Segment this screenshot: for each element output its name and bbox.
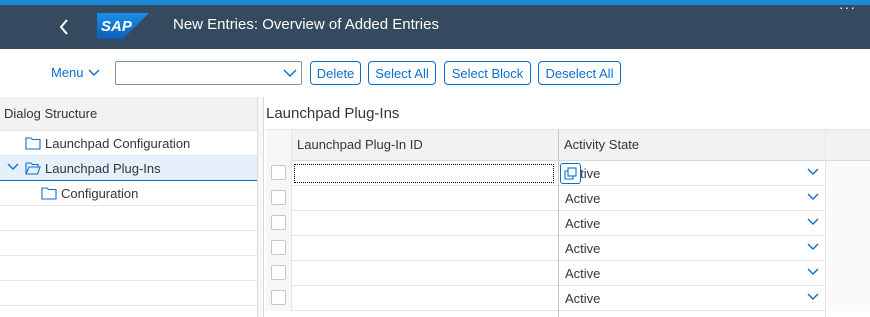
- deselect-all-button[interactable]: Deselect All: [538, 61, 621, 85]
- chevron-down-icon: [807, 293, 819, 300]
- chevron-down-icon: [807, 218, 819, 225]
- row-selector[interactable]: [271, 190, 286, 205]
- row-selector[interactable]: [271, 265, 286, 280]
- table-row: Active: [266, 211, 870, 236]
- tree-item-label: Launchpad Configuration: [45, 136, 191, 151]
- value-help-icon: [564, 167, 577, 180]
- tree-empty-row: [0, 231, 257, 256]
- row-selector[interactable]: [271, 165, 286, 180]
- select-all-button[interactable]: Select All: [368, 61, 436, 85]
- chevron-down-icon: [807, 193, 819, 200]
- row-selector-cell: [266, 161, 292, 186]
- tree-item-label: Launchpad Plug-Ins: [45, 161, 161, 176]
- table-header: Launchpad Plug-In ID Activity State: [266, 129, 870, 161]
- filler-cell: [825, 211, 870, 236]
- table-row: Active: [266, 261, 870, 286]
- table-row: Active: [266, 161, 870, 186]
- select-all-cell[interactable]: [266, 130, 292, 161]
- activity-state-value: Active: [565, 291, 601, 306]
- row-selector-cell: [266, 211, 292, 236]
- plugin-id-cell[interactable]: [292, 236, 558, 261]
- page-title: New Entries: Overview of Added Entries: [173, 16, 439, 33]
- chevron-down-icon[interactable]: [7, 162, 19, 172]
- tree-item-launchpad-configuration[interactable]: Launchpad Configuration: [0, 131, 257, 156]
- dialog-structure-panel: Dialog Structure Launchpad Configuration…: [0, 97, 258, 317]
- table-row: Active: [266, 286, 870, 311]
- row-selector-cell: [266, 286, 292, 311]
- activity-state-value: Active: [565, 241, 601, 256]
- activity-state-dropdown[interactable]: Active: [559, 286, 825, 311]
- plugin-id-cell[interactable]: [292, 261, 558, 286]
- tree-empty-row: [0, 206, 257, 231]
- activity-state-dropdown[interactable]: Active: [559, 261, 825, 286]
- row-selector[interactable]: [271, 215, 286, 230]
- column-separator[interactable]: [558, 129, 559, 317]
- value-help-button[interactable]: [560, 163, 581, 184]
- tree-item-launchpad-plug-ins[interactable]: Launchpad Plug-Ins: [0, 156, 257, 181]
- chevron-down-icon: [88, 69, 100, 76]
- chevron-down-icon: [807, 243, 819, 250]
- row-selector[interactable]: [271, 240, 286, 255]
- activity-state-dropdown[interactable]: Active: [559, 186, 825, 211]
- command-select[interactable]: [115, 61, 302, 85]
- row-selector-cell: [266, 186, 292, 211]
- menu-label: Menu: [51, 65, 84, 80]
- plugin-id-cell[interactable]: [292, 211, 558, 236]
- activity-state-dropdown[interactable]: Active: [559, 161, 825, 186]
- back-button[interactable]: [50, 14, 78, 40]
- dialog-structure-header: Dialog Structure: [0, 97, 257, 131]
- column-header-activity-state[interactable]: Activity State: [564, 137, 639, 152]
- tree-item-label: Configuration: [61, 186, 139, 201]
- row-selector-cell: [266, 236, 292, 261]
- plugin-id-cell: [292, 161, 558, 186]
- delete-button[interactable]: Delete: [310, 61, 361, 85]
- filler-cell: [825, 261, 870, 286]
- section-title: Launchpad Plug-Ins: [266, 105, 400, 122]
- tree-item-configuration[interactable]: Configuration: [0, 181, 257, 206]
- column-separator: [825, 129, 826, 317]
- plugin-id-cell[interactable]: [292, 286, 558, 311]
- plugin-id-cell[interactable]: [292, 186, 558, 211]
- plugin-id-input[interactable]: [294, 164, 554, 183]
- shell-bar: SAP New Entries: Overview of Added Entri…: [0, 0, 870, 49]
- filler-cell: [825, 186, 870, 211]
- filler-cell: [825, 286, 870, 311]
- activity-state-value: Active: [565, 216, 601, 231]
- chevron-left-icon: [59, 19, 68, 35]
- toolbar: Menu Delete Select All Select Block Dese…: [0, 49, 870, 97]
- column-header-plugin-id[interactable]: Launchpad Plug-In ID: [297, 137, 423, 152]
- tree-empty-row: [0, 256, 257, 281]
- activity-state-dropdown[interactable]: Active: [559, 236, 825, 261]
- svg-text:SAP: SAP: [101, 18, 133, 35]
- row-selector[interactable]: [271, 290, 286, 305]
- folder-icon: [25, 137, 41, 150]
- chevron-down-icon: [807, 268, 819, 275]
- activity-state-value: Active: [565, 266, 601, 281]
- filler-cell: [825, 161, 870, 186]
- chevron-down-icon: [283, 69, 297, 77]
- row-selector-cell: [266, 261, 292, 286]
- menu-button[interactable]: Menu: [51, 65, 100, 80]
- table-row: Active: [266, 186, 870, 211]
- activity-state-value: Active: [565, 191, 601, 206]
- activity-state-dropdown[interactable]: Active: [559, 211, 825, 236]
- folder-icon: [41, 187, 57, 200]
- select-block-button[interactable]: Select Block: [444, 61, 531, 85]
- filler-cell: [825, 236, 870, 261]
- table-row: Active: [266, 236, 870, 261]
- chevron-down-icon: [807, 168, 819, 175]
- overflow-dots-icon[interactable]: ···: [839, 0, 856, 15]
- folder-open-icon: [25, 162, 41, 175]
- tree-empty-row: [0, 281, 257, 306]
- sap-logo: SAP: [97, 13, 149, 39]
- main-panel: Launchpad Plug-Ins Launchpad Plug-In ID …: [264, 97, 870, 317]
